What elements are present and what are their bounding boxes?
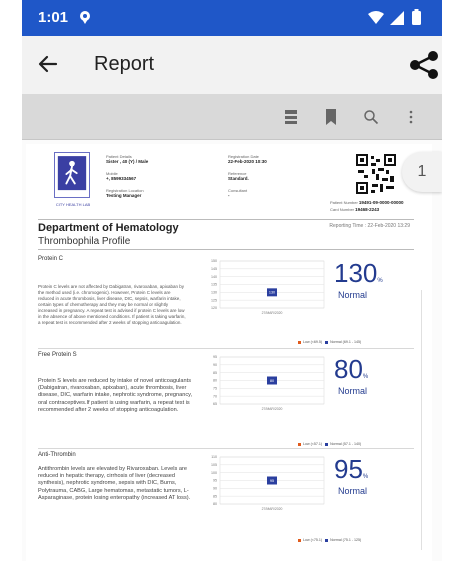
test-value: 130% xyxy=(334,258,383,288)
test-section-anti-thrombin: Anti-Thrombin Antithrombin levels are el… xyxy=(38,452,414,552)
qr-code-icon xyxy=(356,154,396,194)
patient-number: Patient Number 19491-09-0000-00000 xyxy=(330,200,404,205)
registration-date: Registration Date 22-Feb-2020 10:30 xyxy=(228,154,267,164)
profile-title: Thrombophila Profile xyxy=(38,236,414,250)
x-tick-label: 27/MAR/2020 xyxy=(262,507,283,511)
y-tick-label: 135 xyxy=(211,283,217,287)
test-status: Normal xyxy=(338,486,368,496)
scroll-track[interactable] xyxy=(421,290,422,550)
test-legend: Low (<69.5) Normal (69.1 - 145) xyxy=(298,340,361,344)
overflow-menu-icon[interactable] xyxy=(402,108,420,126)
back-arrow-icon[interactable] xyxy=(36,52,60,76)
card-number: Card Number 19468-2243 xyxy=(330,207,380,212)
test-value: 95% xyxy=(334,454,369,484)
test-name: Anti-Thrombin xyxy=(38,452,76,458)
section-divider xyxy=(38,348,414,349)
test-legend: Low (<57.1) Normal (57.1 - 140) xyxy=(298,442,361,446)
status-bar: 1:01 xyxy=(22,0,442,36)
signal-icon xyxy=(390,11,404,25)
test-value: 80% xyxy=(334,354,369,384)
y-tick-label: 90 xyxy=(213,363,217,367)
battery-icon xyxy=(412,9,421,25)
y-tick-label: 80 xyxy=(213,379,217,383)
test-legend: Low (<75.1) Normal (75.1 - 125) xyxy=(298,538,361,542)
page-view-icon[interactable] xyxy=(282,108,300,126)
y-tick-label: 85 xyxy=(213,494,217,498)
test-status: Normal xyxy=(338,386,368,396)
test-chart-free-protein-s: 65 70 75 80 85 90 95 80 27/MAR/2020 xyxy=(213,355,325,411)
section-divider xyxy=(38,448,414,449)
consultant: Consultant - xyxy=(228,188,248,198)
y-tick-label: 95 xyxy=(213,355,217,359)
y-tick-label: 150 xyxy=(211,259,217,263)
registration-location: Registration Location Testing Manager xyxy=(106,188,144,198)
bar-value-label: 130 xyxy=(269,291,275,295)
test-description: Antithrombin levels are elevated by Riva… xyxy=(38,466,191,501)
y-tick-label: 65 xyxy=(213,402,217,406)
bar-value-label: 95 xyxy=(270,479,274,483)
y-tick-label: 75 xyxy=(213,387,217,391)
share-icon[interactable] xyxy=(408,50,440,80)
reference: Reference Standard. xyxy=(228,171,249,181)
lab-logo-text: CITY HEALTH LAB xyxy=(55,202,91,207)
bar-value-label: 80 xyxy=(270,379,274,383)
status-time: 1:01 xyxy=(38,9,69,26)
test-section-protein-c: Protein C Protein C levels are not affec… xyxy=(38,256,414,348)
location-icon xyxy=(80,11,90,24)
test-status: Normal xyxy=(338,290,368,300)
test-section-free-protein-s: Free Protein S Protein S levels are redu… xyxy=(38,352,414,448)
status-icons xyxy=(368,9,421,25)
patient-details: Patient Details Sister , 40 (Y) / Male xyxy=(106,154,149,164)
pdf-toolbar xyxy=(22,94,442,140)
test-name: Free Protein S xyxy=(38,352,77,358)
report-page: CITY HEALTH LAB Patient Details Sister , … xyxy=(26,144,432,561)
test-chart-anti-thrombin: 80 85 90 95 100 105 110 95 27/MAR/2020 xyxy=(211,455,325,511)
y-tick-label: 95 xyxy=(213,479,217,483)
y-tick-label: 80 xyxy=(213,502,217,506)
y-tick-label: 105 xyxy=(211,463,217,467)
test-name: Protein C xyxy=(38,256,64,262)
y-tick-label: 90 xyxy=(213,487,217,491)
reporting-time: Reporting Time : 22-Feb-2020 13:29 xyxy=(329,223,410,229)
test-description: Protein S levels are reduced by intake o… xyxy=(38,378,193,413)
document-viewer[interactable]: CITY HEALTH LAB Patient Details Sister , … xyxy=(22,140,442,561)
lab-logo-icon xyxy=(54,152,90,198)
y-tick-label: 100 xyxy=(211,471,217,475)
wifi-icon xyxy=(368,11,384,24)
test-chart-protein-c: 120 125 130 135 140 145 150 130 27/MAR/2020 xyxy=(211,259,325,315)
y-tick-label: 85 xyxy=(213,371,217,375)
x-tick-label: 27/MAR/2020 xyxy=(262,407,283,411)
test-description: Protein C levels are not affected by Dab… xyxy=(38,284,186,325)
y-tick-label: 130 xyxy=(211,291,217,295)
bookmark-icon[interactable] xyxy=(322,108,340,126)
page-number-indicator[interactable]: 1 xyxy=(402,152,442,192)
mobile-details: Mobile +, 8599334567 xyxy=(106,171,137,181)
app-bar: Report xyxy=(22,36,442,94)
y-tick-label: 120 xyxy=(211,306,217,310)
y-tick-label: 110 xyxy=(211,455,217,459)
y-tick-label: 145 xyxy=(211,267,217,271)
page-title: Report xyxy=(94,53,155,75)
x-tick-label: 27/MAR/2020 xyxy=(262,311,283,315)
search-icon[interactable] xyxy=(362,108,380,126)
y-tick-label: 70 xyxy=(213,394,217,398)
y-tick-label: 125 xyxy=(211,298,217,302)
y-tick-label: 140 xyxy=(211,275,217,279)
